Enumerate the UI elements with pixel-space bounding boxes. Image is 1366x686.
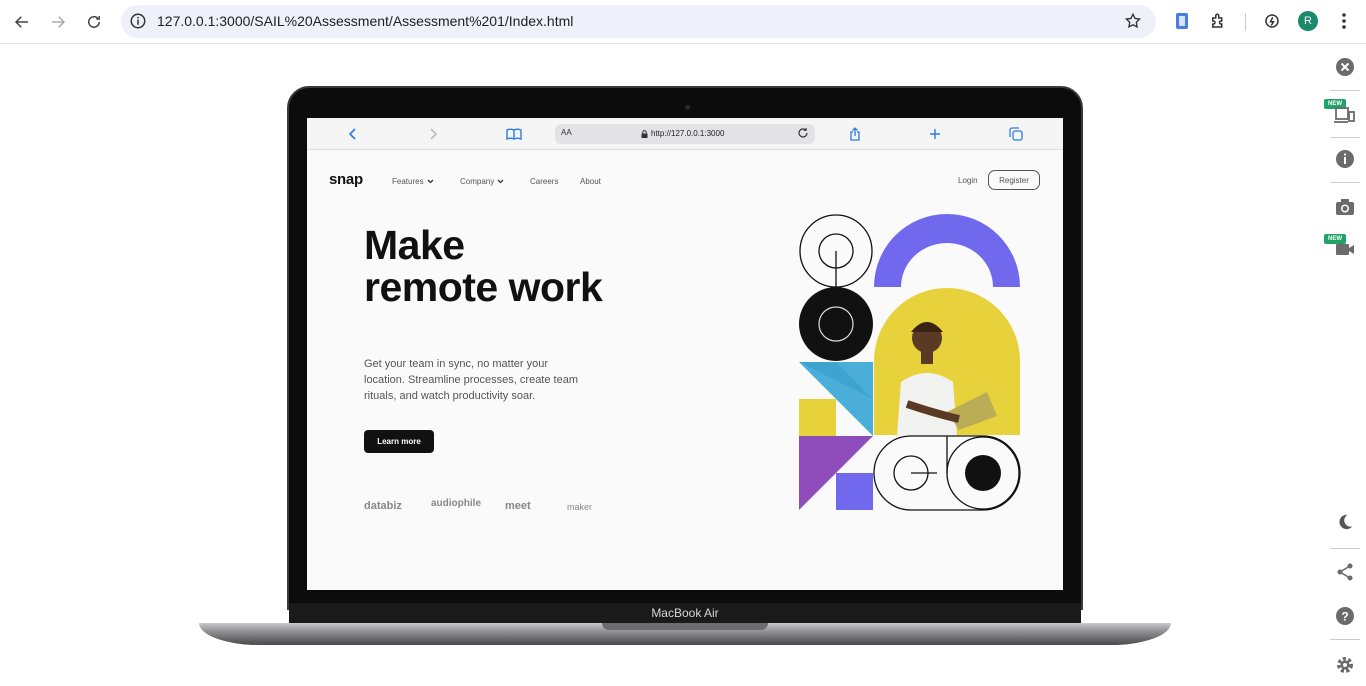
reload-button[interactable]: [82, 10, 106, 34]
side-panel: NEW NEW ?: [1324, 45, 1366, 686]
client-logo-audiophile: audiophile: [431, 498, 481, 509]
toolbar-separator: [1245, 13, 1246, 31]
safari-back-icon[interactable]: [345, 126, 361, 142]
headline-line-1: Make: [364, 222, 465, 268]
browser-toolbar: 127.0.0.1:3000/SAIL%20Assessment/Assessm…: [0, 0, 1366, 44]
forward-button[interactable]: [46, 10, 70, 34]
nav-careers[interactable]: Careers: [530, 177, 558, 186]
forward-arrow-icon: [52, 16, 66, 28]
panel-separator: [1330, 90, 1360, 91]
safari-address-bar[interactable]: AA http://127.0.0.1:3000: [555, 124, 815, 144]
safari-forward-icon[interactable]: [425, 126, 441, 142]
url-text[interactable]: 127.0.0.1:3000/SAIL%20Assessment/Assessm…: [157, 13, 573, 29]
camera-icon[interactable]: [1334, 196, 1356, 218]
purple-arch-shape: [874, 214, 1020, 287]
close-panel-icon[interactable]: [1334, 56, 1356, 78]
laptop-base: [199, 623, 1171, 645]
client-logo-maker: maker: [567, 502, 593, 512]
bookmark-star-icon[interactable]: [1124, 12, 1142, 30]
panel-separator: [1330, 548, 1360, 549]
menu-kebab-icon[interactable]: [1334, 11, 1354, 31]
back-arrow-icon: [14, 16, 28, 28]
learn-more-button[interactable]: Learn more: [364, 430, 434, 453]
nav-features[interactable]: Features: [392, 177, 434, 186]
laptop-notch: [602, 623, 768, 630]
client-logo-databiz: databiz: [364, 500, 402, 512]
performance-icon[interactable]: [1262, 11, 1282, 31]
client-logo-meet: meet: [505, 500, 531, 512]
address-bar[interactable]: 127.0.0.1:3000/SAIL%20Assessment/Assessm…: [121, 5, 1156, 38]
help-icon[interactable]: ?: [1334, 605, 1356, 627]
safari-share-icon[interactable]: [847, 126, 863, 142]
responsive-devices-icon[interactable]: [1334, 103, 1356, 125]
register-button[interactable]: Register: [988, 170, 1040, 190]
nav-features-label: Features: [392, 177, 424, 186]
nav-company[interactable]: Company: [460, 177, 504, 186]
nav-company-label: Company: [460, 177, 495, 186]
safari-reload-icon[interactable]: [797, 127, 809, 139]
headline-line-2: remote work: [364, 264, 603, 310]
site-logo[interactable]: snap: [329, 171, 363, 188]
profile-avatar[interactable]: R: [1298, 11, 1318, 31]
hero-illustration: [799, 214, 1021, 511]
panel-separator: [1330, 182, 1360, 183]
safari-new-tab-icon[interactable]: [927, 126, 943, 142]
video-record-icon[interactable]: [1334, 238, 1356, 260]
dark-mode-moon-icon[interactable]: [1334, 511, 1356, 533]
laptop-hinge: MacBook Air: [289, 603, 1081, 625]
extension-clipboard-icon[interactable]: [1172, 11, 1192, 31]
laptop-mockup: AA http://127.0.0.1:3000 snap Features C…: [287, 86, 1083, 610]
info-icon[interactable]: [1334, 148, 1356, 170]
safari-url-text[interactable]: http://127.0.0.1:3000: [651, 129, 724, 138]
share-icon[interactable]: [1334, 561, 1356, 583]
panel-separator: [1330, 137, 1360, 138]
laptop-brand-label: MacBook Air: [651, 606, 719, 620]
purple-square-shape: [836, 473, 873, 510]
laptop-camera: [685, 105, 690, 110]
safari-toolbar: AA http://127.0.0.1:3000: [307, 118, 1063, 150]
login-link[interactable]: Login: [958, 176, 978, 185]
site-info-icon[interactable]: [129, 12, 147, 30]
svg-text:?: ?: [1341, 610, 1348, 624]
settings-gear-icon[interactable]: [1334, 654, 1356, 676]
laptop-screen: AA http://127.0.0.1:3000 snap Features C…: [307, 118, 1063, 590]
back-button[interactable]: [10, 10, 34, 34]
pill-filled-dot: [965, 455, 1001, 491]
lock-icon: [641, 130, 648, 138]
hero-headline: Make remote work: [364, 222, 603, 310]
hero-subtext: Get your team in sync, no matter your lo…: [364, 358, 578, 402]
chevron-down-icon: [427, 179, 434, 184]
safari-bookmarks-icon[interactable]: [506, 126, 522, 142]
extensions-puzzle-icon[interactable]: [1208, 11, 1228, 31]
safari-tabs-icon[interactable]: [1008, 126, 1024, 142]
reload-icon: [88, 15, 100, 28]
panel-separator: [1330, 639, 1360, 640]
chevron-down-icon: [497, 179, 504, 184]
nav-about[interactable]: About: [580, 177, 601, 186]
text-size-button[interactable]: AA: [561, 128, 572, 137]
yellow-square-shape: [799, 399, 836, 436]
black-circle-shape: [799, 287, 873, 361]
